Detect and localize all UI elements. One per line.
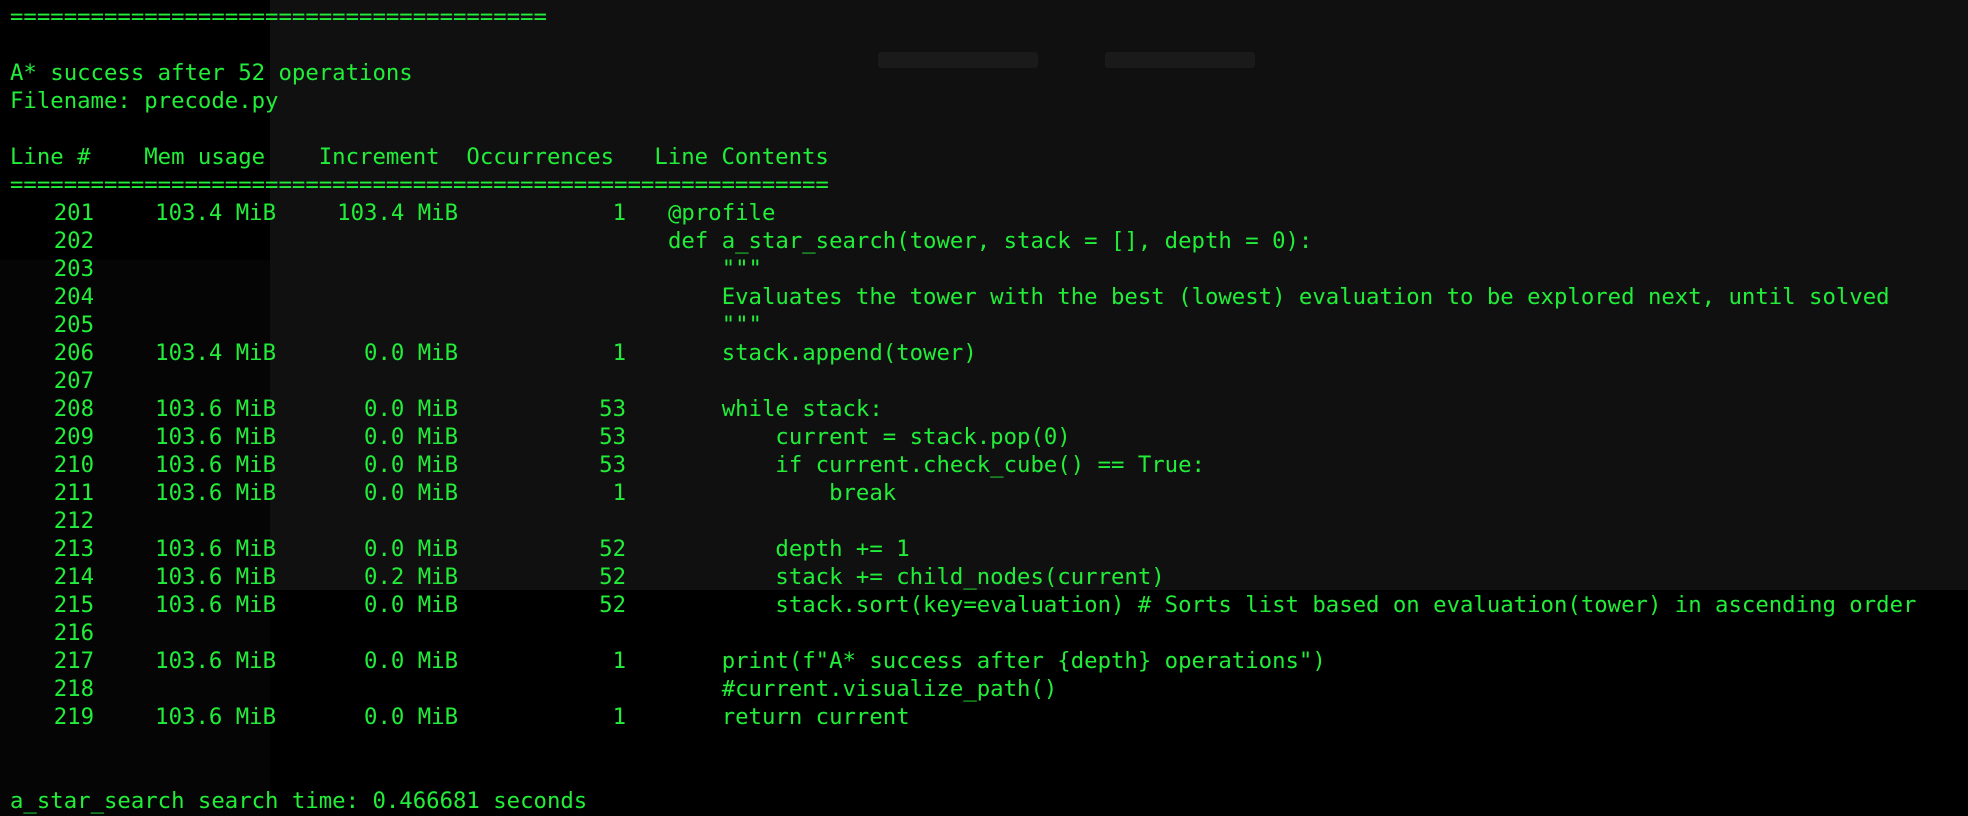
mem-usage: 103.6 MiB xyxy=(155,424,276,450)
line-number: 205 xyxy=(53,312,94,338)
line-contents: """ xyxy=(668,312,762,338)
line-number: 206 xyxy=(53,340,94,366)
occurrences: 53 xyxy=(599,424,626,450)
line-number: 210 xyxy=(53,452,94,478)
table-row: 213 103.6 MiB 0.0 MiB 52 depth += 1 xyxy=(10,535,1916,563)
mem-usage: 103.6 MiB xyxy=(155,592,276,618)
line-number: 202 xyxy=(53,228,94,254)
line-number: 201 xyxy=(53,200,94,226)
occurrences: 52 xyxy=(599,536,626,562)
mem-usage: 103.6 MiB xyxy=(155,480,276,506)
occurrences: 53 xyxy=(599,396,626,422)
table-row: 204 Evaluates the tower with the best (l… xyxy=(10,283,1916,311)
table-row: 202 def a_star_search(tower, stack = [], … xyxy=(10,227,1916,255)
line-contents: stack += child_nodes(current) xyxy=(668,564,1165,590)
table-row: 216 xyxy=(10,619,1916,647)
line-number: 219 xyxy=(53,704,94,730)
separator-line: ======================================== xyxy=(10,4,547,30)
table-row: 203 """ xyxy=(10,255,1916,283)
line-number: 216 xyxy=(53,620,94,646)
increment: 0.0 MiB xyxy=(364,704,458,730)
line-number: 218 xyxy=(53,676,94,702)
occurrences: 1 xyxy=(612,340,626,366)
table-row: 205 """ xyxy=(10,311,1916,339)
table-row: 201 103.4 MiB 103.4 MiB 1 @profile xyxy=(10,199,1916,227)
line-contents: current = stack.pop(0) xyxy=(668,424,1071,450)
terminal-output: ========================================… xyxy=(10,3,1916,731)
line-contents: def a_star_search(tower, stack = [], dep… xyxy=(668,228,1313,254)
line-number: 209 xyxy=(53,424,94,450)
line-contents: while stack: xyxy=(668,396,883,422)
table-row: 215 103.6 MiB 0.0 MiB 52 stack.sort(key=eva… xyxy=(10,591,1917,619)
increment: 0.0 MiB xyxy=(364,592,458,618)
line-number: 207 xyxy=(53,368,94,394)
increment: 0.2 MiB xyxy=(364,564,458,590)
line-contents: if current.check_cube() == True: xyxy=(668,452,1205,478)
increment: 0.0 MiB xyxy=(364,480,458,506)
line-contents: return current xyxy=(668,704,910,730)
table-row: 217 103.6 MiB 0.0 MiB 1 print(f"A* success … xyxy=(10,647,1916,675)
line-number: 217 xyxy=(53,648,94,674)
increment: 0.0 MiB xyxy=(364,536,458,562)
table-row: 212 xyxy=(10,507,1916,535)
timing-line: a_star_search search time: 0.466681 seco… xyxy=(10,788,588,814)
line-contents: Evaluates the tower with the best (lowes… xyxy=(668,284,1890,310)
line-number: 213 xyxy=(53,536,94,562)
table-row: 218 #current.visualize_path() xyxy=(10,675,1916,703)
table-row: 207 xyxy=(10,367,1916,395)
line-number: 215 xyxy=(53,592,94,618)
table-row: 206 103.4 MiB 0.0 MiB 1 stack.append(tower) xyxy=(10,339,1916,367)
table-separator: ========================================… xyxy=(10,172,829,198)
line-contents: #current.visualize_path() xyxy=(668,676,1058,702)
line-number: 211 xyxy=(53,480,94,506)
line-number: 204 xyxy=(53,284,94,310)
mem-usage: 103.6 MiB xyxy=(155,396,276,422)
table-header: Line # Mem usage Increment Occurrences L… xyxy=(10,144,829,170)
increment: 0.0 MiB xyxy=(364,424,458,450)
mem-usage: 103.4 MiB xyxy=(155,200,276,226)
table-row: 219 103.6 MiB 0.0 MiB 1 return current xyxy=(10,703,1916,731)
increment: 0.0 MiB xyxy=(364,396,458,422)
line-number: 203 xyxy=(53,256,94,282)
line-number: 212 xyxy=(53,508,94,534)
line-contents: stack.sort(key=evaluation) # Sorts list … xyxy=(668,592,1917,618)
table-row: 211 103.6 MiB 0.0 MiB 1 break xyxy=(10,479,1916,507)
line-contents: depth += 1 xyxy=(668,536,910,562)
occurrences: 1 xyxy=(612,200,626,226)
increment: 0.0 MiB xyxy=(364,340,458,366)
occurrences: 1 xyxy=(612,648,626,674)
mem-usage: 103.4 MiB xyxy=(155,340,276,366)
table-row: 210 103.6 MiB 0.0 MiB 53 if current.check_c… xyxy=(10,451,1916,479)
table-row: 208 103.6 MiB 0.0 MiB 53 while stack: xyxy=(10,395,1916,423)
line-contents: stack.append(tower) xyxy=(668,340,977,366)
increment: 0.0 MiB xyxy=(364,452,458,478)
status-message: A* success after 52 operations xyxy=(10,60,413,86)
occurrences: 1 xyxy=(612,704,626,730)
profile-table: 201 103.4 MiB 103.4 MiB 1 @profile 202 def a_s… xyxy=(10,199,1917,731)
line-contents: @profile xyxy=(668,200,776,226)
line-number: 214 xyxy=(53,564,94,590)
increment: 0.0 MiB xyxy=(364,648,458,674)
increment: 103.4 MiB xyxy=(337,200,458,226)
mem-usage: 103.6 MiB xyxy=(155,536,276,562)
occurrences: 53 xyxy=(599,452,626,478)
occurrences: 52 xyxy=(599,592,626,618)
filename-line: Filename: precode.py xyxy=(10,88,279,114)
terminal-window[interactable]: ========================================… xyxy=(0,0,1968,816)
line-contents: print(f"A* success after {depth} operati… xyxy=(668,648,1326,674)
line-contents: break xyxy=(668,480,897,506)
mem-usage: 103.6 MiB xyxy=(155,452,276,478)
mem-usage: 103.6 MiB xyxy=(155,648,276,674)
table-row: 214 103.6 MiB 0.2 MiB 52 stack += child_nod… xyxy=(10,563,1916,591)
occurrences: 52 xyxy=(599,564,626,590)
mem-usage: 103.6 MiB xyxy=(155,704,276,730)
occurrences: 1 xyxy=(612,480,626,506)
line-contents: """ xyxy=(668,256,762,282)
table-row: 209 103.6 MiB 0.0 MiB 53 current = stack.po… xyxy=(10,423,1916,451)
mem-usage: 103.6 MiB xyxy=(155,564,276,590)
line-number: 208 xyxy=(53,396,94,422)
